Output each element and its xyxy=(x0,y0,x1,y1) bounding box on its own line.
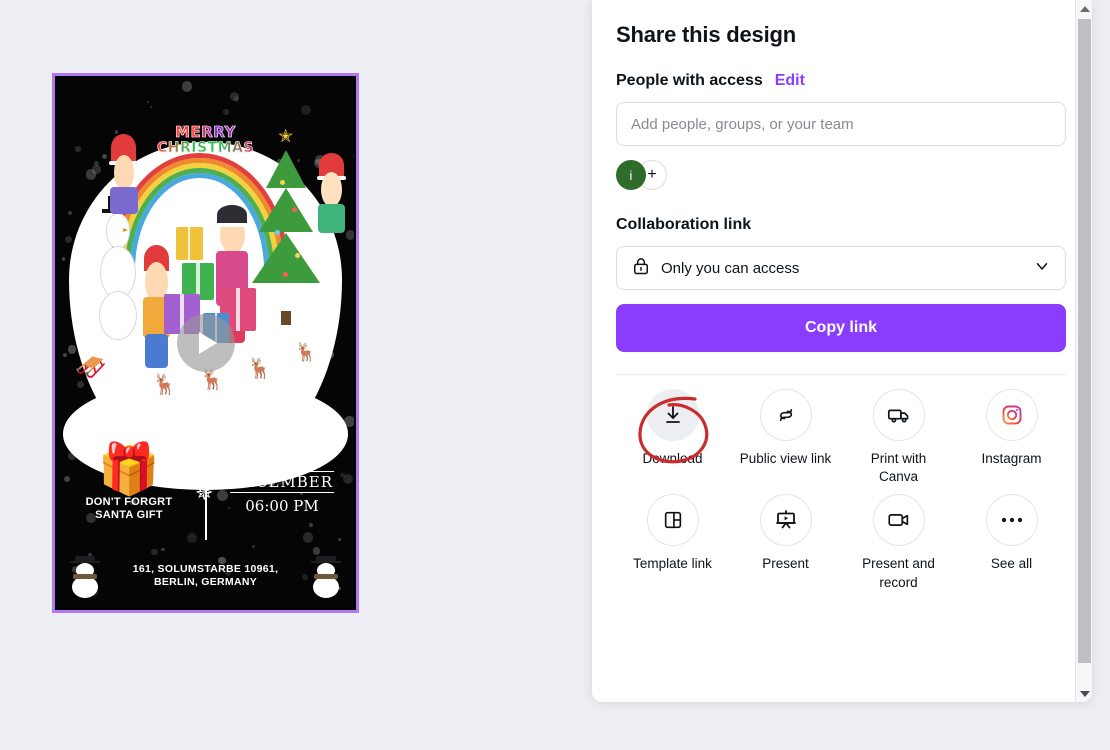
gift-illustration-icon: 🎁 xyxy=(69,444,189,494)
share-action-label: Public view link xyxy=(740,450,832,468)
poster-address-line-2: BERLIN, GERMANY xyxy=(57,576,354,590)
share-action-present[interactable]: Present xyxy=(729,494,842,591)
share-action-template-link[interactable]: Template link xyxy=(616,494,729,591)
share-action-present-and-record[interactable]: Present and record xyxy=(842,494,955,591)
reindeer-silhouette-2: 🦌 xyxy=(200,370,225,390)
add-people-input[interactable] xyxy=(616,102,1066,146)
avatar[interactable]: i xyxy=(616,160,646,190)
poster-address: 161, SOLUMSTARBE 10961, BERLIN, GERMANY xyxy=(57,563,354,590)
play-icon xyxy=(199,332,217,354)
christmas-tree: ✭ xyxy=(247,134,324,325)
share-action-label: Download xyxy=(642,450,702,468)
poster-date-block: 25 DECEMBER 06:00 PM xyxy=(222,440,342,515)
chevron-up-icon xyxy=(1080,6,1090,12)
download-icon xyxy=(661,403,685,427)
link-icon xyxy=(774,403,798,427)
poster-text-block: PLEASE JOIN US 🎁 DON'T FORGRT SANTA GIFT… xyxy=(57,396,354,608)
reindeer-silhouette-4: 🦌 xyxy=(295,343,317,361)
share-action-label: Present xyxy=(762,555,809,573)
design-canvas-selection[interactable]: MERRY CHRISTMAS ✭ 🛷 🦌 🦌 🦌 🦌 PLEASE JOIN … xyxy=(52,73,359,613)
share-panel: Share this design People with access Edi… xyxy=(592,0,1092,702)
people-with-access-label: People with access xyxy=(616,72,763,90)
avatar-group: i + xyxy=(616,160,1068,190)
share-action-label: Print with Canva xyxy=(851,450,947,486)
scene-kid-top-left xyxy=(107,134,140,214)
share-action-label: Instagram xyxy=(981,450,1041,468)
edit-access-link[interactable]: Edit xyxy=(775,72,805,90)
scrollbar-down-arrow[interactable] xyxy=(1076,685,1092,702)
download-icon-container xyxy=(647,389,699,441)
wordmark-line-2: CHRISTMAS xyxy=(157,141,254,156)
editor-bottom-toolbar: ••• PLEASE JOIN US 1 5s + xyxy=(0,632,592,750)
instagram-icon-container xyxy=(986,389,1038,441)
poster-address-line-1: 161, SOLUMSTARBE 10961, xyxy=(57,563,354,577)
copy-link-button[interactable]: Copy link xyxy=(616,304,1066,352)
scene-gift-1 xyxy=(176,227,203,261)
gift-caption-line-1: DON'T FORGRT xyxy=(69,496,189,509)
ornament-star-icon: ✵ xyxy=(195,482,213,504)
wordmark-line-1: MERRY xyxy=(157,125,254,141)
poster-date-month: DECEMBER xyxy=(230,471,334,493)
scene-kid-top-right xyxy=(315,153,348,233)
collaboration-link-title: Collaboration link xyxy=(616,216,1068,234)
poster-gift-group: 🎁 DON'T FORGRT SANTA GIFT xyxy=(69,444,189,522)
poster-ornament-divider: ✵ xyxy=(205,440,207,540)
access-level-value: Only you can access xyxy=(661,260,1023,277)
access-level-select[interactable]: Only you can access xyxy=(616,246,1066,290)
template-icon-container xyxy=(647,494,699,546)
share-action-instagram[interactable]: Instagram xyxy=(955,389,1068,486)
poster-date-time: 06:00 PM xyxy=(222,497,342,515)
link-icon-container xyxy=(760,389,812,441)
template-icon xyxy=(662,509,684,531)
share-action-see-all[interactable]: See all xyxy=(955,494,1068,591)
truck-icon xyxy=(886,403,912,427)
scene-snowman xyxy=(99,202,138,340)
share-action-print-with-canva[interactable]: Print with Canva xyxy=(842,389,955,486)
reindeer-silhouette-1: 🦌 xyxy=(152,375,177,395)
chevron-down-icon xyxy=(1080,691,1090,697)
poster-date-day: 25 xyxy=(222,440,342,467)
share-action-label: Present and record xyxy=(851,555,947,591)
share-action-public-view-link[interactable]: Public view link xyxy=(729,389,842,486)
editor-area: MERRY CHRISTMAS ✭ 🛷 🦌 🦌 🦌 🦌 PLEASE JOIN … xyxy=(0,0,592,750)
share-action-label: Template link xyxy=(633,555,712,573)
tree-star-icon: ✭ xyxy=(278,127,293,145)
more-horizontal-icon-container xyxy=(986,494,1038,546)
lock-icon xyxy=(631,256,651,281)
poster-headline: PLEASE JOIN US xyxy=(57,408,354,426)
scrollbar-thumb[interactable] xyxy=(1078,19,1091,663)
canvas-play-overlay-button[interactable] xyxy=(177,314,235,372)
panel-title: Share this design xyxy=(616,0,1068,48)
panel-divider xyxy=(616,374,1066,375)
instagram-icon xyxy=(1000,403,1024,427)
app-root: MERRY CHRISTMAS ✭ 🛷 🦌 🦌 🦌 🦌 PLEASE JOIN … xyxy=(0,0,1110,750)
share-actions-grid: Download Public view link Print with Can… xyxy=(616,389,1068,592)
share-action-label: See all xyxy=(991,555,1032,573)
video-camera-icon-container xyxy=(873,494,925,546)
scrollbar-up-arrow[interactable] xyxy=(1076,0,1092,17)
share-action-download[interactable]: Download xyxy=(616,389,729,486)
chevron-down-icon xyxy=(1033,257,1051,280)
gift-caption-line-2: SANTA GIFT xyxy=(69,509,189,522)
presentation-icon-container xyxy=(760,494,812,546)
poster-wordmark: MERRY CHRISTMAS xyxy=(157,125,254,155)
presentation-icon xyxy=(774,508,798,532)
video-camera-icon xyxy=(886,509,912,531)
truck-icon-container xyxy=(873,389,925,441)
reindeer-silhouette-3: 🦌 xyxy=(247,359,272,379)
people-with-access-row: People with access Edit xyxy=(616,72,1068,90)
design-canvas[interactable]: MERRY CHRISTMAS ✭ 🛷 🦌 🦌 🦌 🦌 PLEASE JOIN … xyxy=(57,78,354,608)
more-horizontal-icon xyxy=(1000,516,1024,524)
panel-scrollbar[interactable] xyxy=(1075,0,1092,702)
santa-sleigh-silhouette: 🛷 xyxy=(75,354,107,380)
